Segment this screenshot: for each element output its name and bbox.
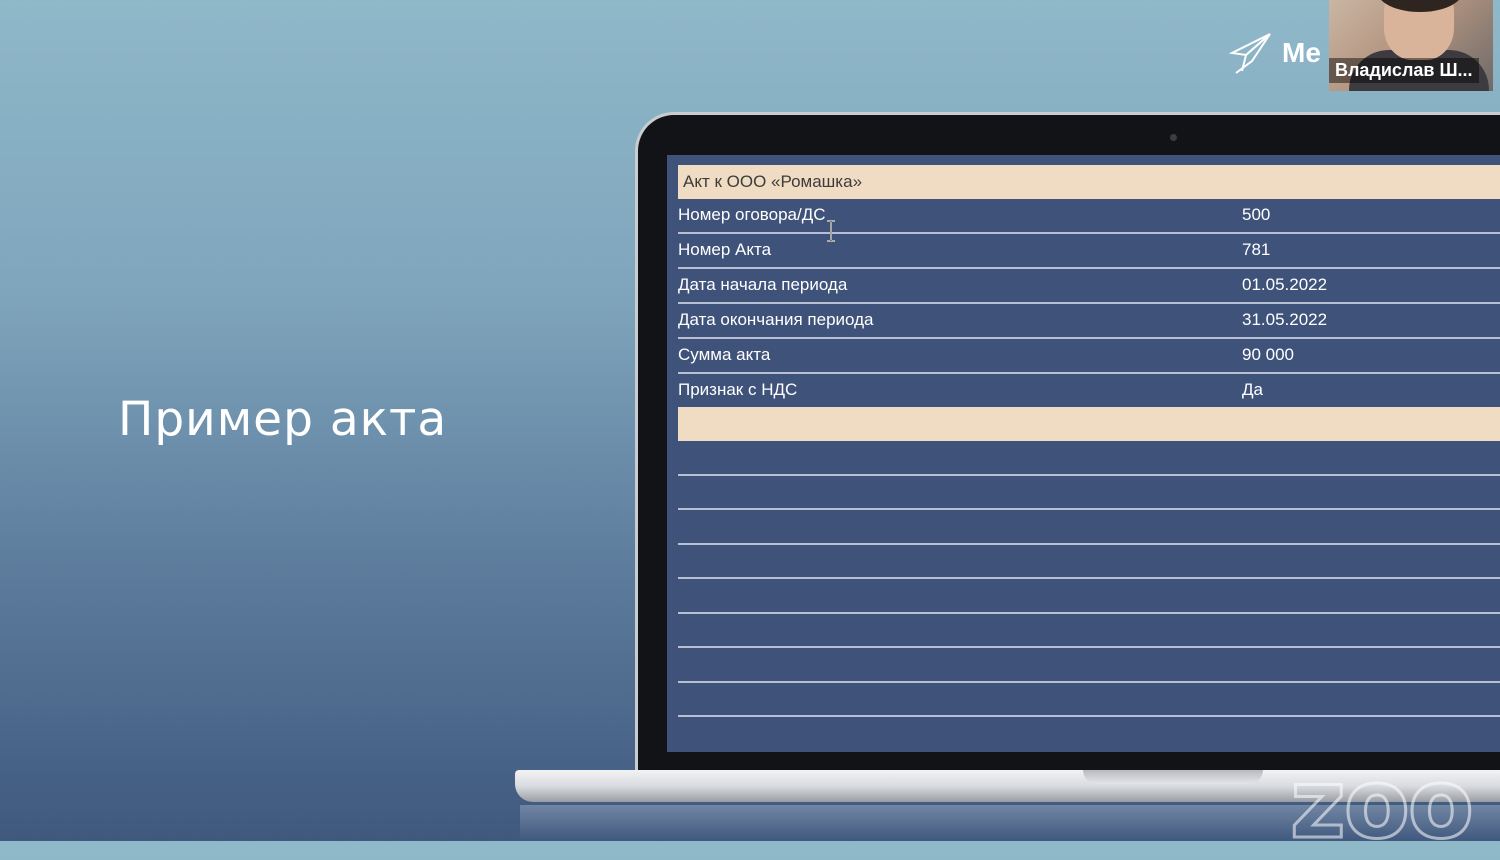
zoom-watermark: zoo bbox=[1289, 747, 1476, 860]
act-table: Акт к ООО «Ромашка» Номер оговора/ДС 500… bbox=[678, 165, 1500, 717]
table-row: Признак с НДС Да bbox=[678, 374, 1500, 407]
table-row: Дата начала периода 01.05.2022 bbox=[678, 269, 1500, 304]
act-table-header: Акт к ООО «Ромашка» bbox=[678, 165, 1500, 199]
logo-text: Ме bbox=[1282, 37, 1321, 68]
table-row: Номер оговора/ДС 500 bbox=[678, 199, 1500, 234]
row-label: Дата окончания периода bbox=[678, 310, 874, 329]
row-label: Сумма акта bbox=[678, 345, 771, 364]
row-value: 781 bbox=[1242, 240, 1271, 259]
empty-table-row bbox=[678, 441, 1500, 476]
table-row: Номер Акта 781 bbox=[678, 234, 1500, 269]
company-logo: Ме bbox=[1228, 30, 1321, 76]
row-value: 90 000 bbox=[1242, 345, 1294, 364]
table-row: Дата окончания периода 31.05.2022 bbox=[678, 304, 1500, 339]
row-label: Номер Акта bbox=[678, 240, 772, 259]
empty-table-row bbox=[678, 510, 1500, 545]
row-value: 01.05.2022 bbox=[1242, 275, 1328, 294]
laptop-camera bbox=[1170, 134, 1177, 141]
table-separator-bar bbox=[678, 407, 1500, 441]
empty-table-row bbox=[678, 476, 1500, 510]
row-label: Номер оговора/ДС bbox=[678, 205, 826, 224]
webcam-tile[interactable]: Владислав Ш... bbox=[1329, 0, 1493, 91]
row-value: 500 bbox=[1242, 205, 1271, 224]
text-cursor-icon bbox=[827, 220, 835, 242]
row-label: Дата начала периода bbox=[678, 275, 848, 294]
empty-table-row bbox=[678, 683, 1500, 717]
empty-table-row bbox=[678, 648, 1500, 683]
row-value: Да bbox=[1242, 380, 1263, 399]
laptop-screen: Акт к ООО «Ромашка» Номер оговора/ДС 500… bbox=[667, 155, 1500, 752]
slide-title: Пример акта bbox=[118, 392, 448, 447]
row-value: 31.05.2022 bbox=[1242, 310, 1328, 329]
empty-table-row bbox=[678, 579, 1500, 614]
paper-plane-icon bbox=[1228, 33, 1271, 74]
table-row: Сумма акта 90 000 bbox=[678, 339, 1500, 374]
empty-table-row bbox=[678, 614, 1500, 648]
empty-table-row bbox=[678, 545, 1500, 579]
laptop-hinge-notch bbox=[1083, 770, 1263, 784]
row-label: Признак с НДС bbox=[678, 380, 798, 399]
participant-name: Владислав Ш... bbox=[1329, 58, 1479, 83]
